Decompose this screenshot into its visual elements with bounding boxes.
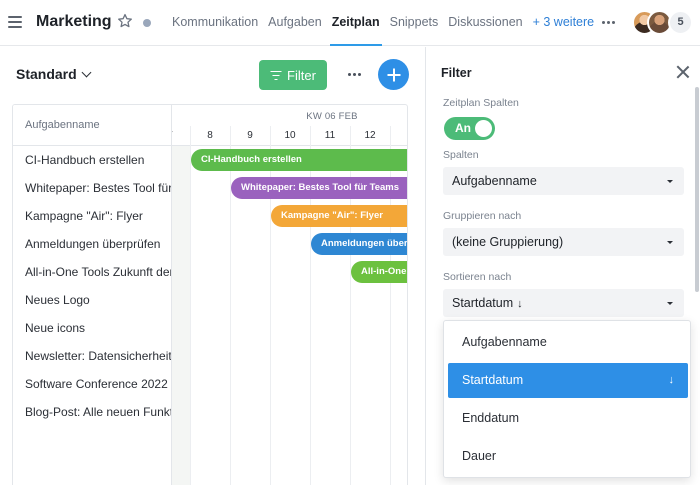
chevron-down-icon [81,67,92,77]
task-row[interactable]: Whitepaper: Bestes Tool für Teams [13,174,171,202]
caret-down-icon [667,241,673,244]
tab-zeitplan[interactable]: Zeitplan [327,0,385,46]
view-selector[interactable]: Standard [16,66,92,82]
task-bar[interactable]: Whitepaper: Bestes Tool für Teams [231,177,407,199]
sort-by-select[interactable]: Startdatum ↓ [443,289,684,317]
option-label: Enddatum [462,411,519,425]
add-task-button[interactable] [378,59,409,90]
close-icon[interactable] [676,65,690,79]
day-label: 11 [324,130,336,141]
task-row[interactable]: Newsletter: Datensicherheit [13,342,171,370]
filter-button-label: Filter [287,67,316,83]
sort-option-dauer[interactable]: Dauer [448,439,688,474]
panel-scrollbar[interactable] [695,87,699,292]
task-row[interactable]: Blog-Post: Alle neuen Funktionen [13,398,171,426]
option-label: Startdatum [462,373,524,387]
caret-down-icon [667,180,673,183]
sort-by-select-value: Startdatum [452,296,514,310]
task-column-header: Aufgabenname [13,105,171,146]
task-bar[interactable]: All-in-One Tools Zukunft der Arbeit [351,261,407,283]
tab-diskussionen[interactable]: Diskussionen [443,0,527,46]
toggle-knob [475,120,492,137]
sort-option-enddatum[interactable]: Enddatum [448,401,688,436]
task-row[interactable]: Kampagne "Air": Flyer [13,202,171,230]
more-options-icon[interactable] [602,21,615,24]
week-label: KW 06 FEB [306,111,358,122]
timeline: KW 06 FEB 7891011121 CI-Handbuch erstell… [167,105,407,485]
day-divider [230,126,231,485]
option-label: Aufgabenname [462,335,547,349]
task-row[interactable]: Neues Logo [13,286,171,314]
toggle-label: An [455,121,471,135]
day-label: 9 [247,130,253,141]
day-label: 12 [364,130,376,141]
sort-direction-icon: ↓ [668,374,675,386]
weekend-shading [172,146,190,485]
sort-dropdown-menu: Aufgabenname Startdatum ↓ Enddatum Dauer [443,320,691,478]
task-list: Aufgabenname CI-Handbuch erstellen Whitep… [13,105,172,485]
caret-down-icon [667,302,673,305]
group-by-select-value: (keine Gruppierung) [452,235,564,249]
group-by-label: Gruppieren nach [443,210,522,222]
columns-select[interactable]: Aufgabenname [443,167,684,195]
tab-snippets[interactable]: Snippets [385,0,444,46]
columns-select-value: Aufgabenname [452,174,537,188]
columns-label: Spalten [443,149,479,161]
sort-option-aufgabenname[interactable]: Aufgabenname [448,325,688,360]
day-divider [190,126,191,485]
tab-kommunikation[interactable]: Kommunikation [167,0,263,46]
filter-button[interactable]: Filter [259,60,327,90]
menu-icon[interactable] [8,16,22,28]
tab-more-link[interactable]: + 3 weitere [528,0,600,46]
group-by-select[interactable]: (keine Gruppierung) [443,228,684,256]
panel-title: Filter [441,66,472,80]
task-bar[interactable]: Kampagne "Air": Flyer [271,205,407,227]
tab-aufgaben[interactable]: Aufgaben [263,0,327,46]
view-name: Standard [16,66,77,82]
task-bar[interactable]: CI-Handbuch erstellen [191,149,407,171]
day-label: 1 [390,130,407,141]
sort-by-label: Sortieren nach [443,271,512,283]
tab-bar: Kommunikation Aufgaben Zeitplan Snippets… [167,0,599,46]
option-label: Dauer [462,449,497,463]
schedule-columns-label: Zeitplan Spalten [443,97,519,109]
task-row[interactable]: Software Conference 2022 [13,370,171,398]
day-label: 10 [284,130,296,141]
more-actions-icon[interactable] [348,73,361,76]
task-row[interactable]: Neue icons [13,314,171,342]
project-title: Marketing [36,13,112,30]
task-row[interactable]: CI-Handbuch erstellen [13,146,171,174]
gantt-chart: Aufgabenname CI-Handbuch erstellen Whitep… [12,104,408,485]
timeline-header: KW 06 FEB 7891011121 [167,105,407,146]
task-bar[interactable]: Anmeldungen überprüfen [311,233,407,255]
star-icon[interactable] [117,13,133,29]
task-row[interactable]: All-in-One Tools Zukunft der Arbeit [13,258,171,286]
schedule-columns-toggle[interactable]: An [444,117,495,140]
day-label: 8 [207,130,213,141]
sort-option-startdatum[interactable]: Startdatum ↓ [448,363,688,398]
sort-direction-icon: ↓ [517,298,523,310]
status-dot-icon [143,19,151,27]
member-count-badge: 5 [668,10,693,35]
filter-icon [270,70,282,81]
top-header: Marketing Kommunikation Aufgaben Zeitpla… [0,0,700,46]
task-row[interactable]: Anmeldungen überprüfen [13,230,171,258]
